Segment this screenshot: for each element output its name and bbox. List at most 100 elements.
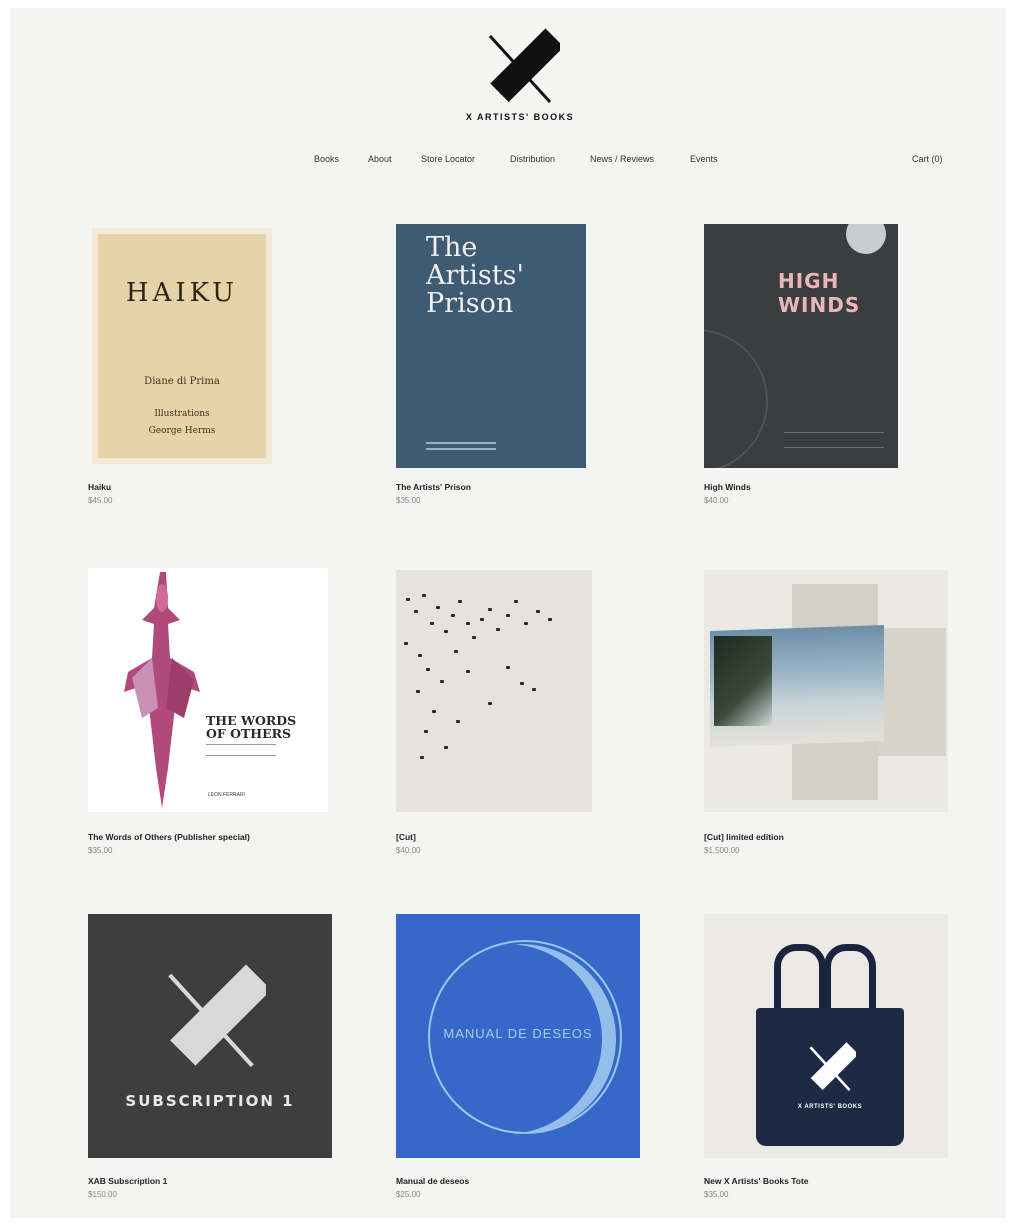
palm-tree-shape bbox=[714, 636, 772, 726]
bird-mark bbox=[520, 682, 524, 685]
product-card-subscription[interactable]: SUBSCRIPTION 1 XAB Subscription 1 $150.0… bbox=[88, 912, 348, 1212]
bird-mark bbox=[536, 610, 540, 613]
cover-credit: Illustrations George Herms bbox=[148, 409, 216, 436]
cover-title: MANUAL DE DESEOS bbox=[443, 1026, 593, 1041]
cover-title: HAIKU bbox=[125, 278, 239, 308]
bird-mark bbox=[458, 600, 462, 603]
bird-mark bbox=[424, 730, 428, 733]
nav-link-news-reviews[interactable]: News / Reviews bbox=[590, 154, 654, 164]
nav-link-events[interactable]: Events bbox=[690, 154, 718, 164]
product-price: $45.00 bbox=[88, 496, 113, 505]
product-price: $25.00 bbox=[396, 1190, 421, 1199]
product-title[interactable]: XAB Subscription 1 bbox=[88, 1176, 167, 1186]
bird-mark bbox=[488, 702, 492, 705]
product-card-artists-prison[interactable]: The Artists' Prison The Artists' Prison $3… bbox=[396, 220, 646, 520]
product-title[interactable]: Haiku bbox=[88, 482, 111, 492]
bird-mark bbox=[454, 650, 458, 653]
bird-mark bbox=[436, 606, 440, 609]
bird-mark bbox=[466, 622, 470, 625]
bird-mark bbox=[524, 622, 528, 625]
product-card-cut-limited[interactable]: [Cut] limited edition $1,500.00 bbox=[704, 568, 964, 868]
main-nav: Books About Store Locator Distribution N… bbox=[10, 154, 1006, 170]
cover-title: HIGH WINDS bbox=[778, 269, 861, 317]
bird-mark bbox=[422, 594, 426, 597]
product-image[interactable]: THE WORDS OF OTHERS LEON FERRARI bbox=[88, 568, 328, 812]
product-title[interactable]: Manual de deseos bbox=[396, 1176, 469, 1186]
bird-mark bbox=[432, 710, 436, 713]
bird-mark bbox=[420, 756, 424, 759]
bird-mark bbox=[488, 608, 492, 611]
bird-mark bbox=[532, 688, 536, 691]
product-image[interactable]: MANUAL DE DESEOS bbox=[396, 914, 640, 1158]
product-image[interactable]: HAIKU Diane di Prima Illustrations George… bbox=[92, 228, 272, 464]
product-image[interactable] bbox=[704, 570, 948, 812]
bird-mark bbox=[416, 690, 420, 693]
product-price: $1,500.00 bbox=[704, 846, 740, 855]
product-price: $150.00 bbox=[88, 1190, 117, 1199]
product-title[interactable]: High Winds bbox=[704, 482, 751, 492]
bird-mark bbox=[404, 642, 408, 645]
product-card-haiku[interactable]: HAIKU Diane di Prima Illustrations George… bbox=[88, 220, 338, 520]
x-logo-icon bbox=[809, 1042, 856, 1091]
bird-mark bbox=[496, 628, 500, 631]
bird-mark bbox=[414, 610, 418, 613]
cover-footer bbox=[426, 442, 496, 450]
arc-shape bbox=[704, 329, 768, 468]
brand-logo[interactable]: X ARTISTS' BOOKS bbox=[450, 28, 590, 133]
bird-mark bbox=[444, 746, 448, 749]
bird-mark bbox=[430, 622, 434, 625]
cover-title: THE WORDS OF OTHERS bbox=[206, 713, 297, 741]
product-price: $35.00 bbox=[88, 846, 113, 855]
nav-link-about[interactable]: About bbox=[368, 154, 392, 164]
bird-mark bbox=[440, 680, 444, 683]
tote-wordmark: X ARTISTS' BOOKS bbox=[797, 1104, 863, 1110]
product-title[interactable]: [Cut] limited edition bbox=[704, 832, 784, 842]
product-price: $40.00 bbox=[704, 496, 729, 505]
product-card-words-of-others[interactable]: THE WORDS OF OTHERS LEON FERRARI The Word… bbox=[88, 568, 348, 868]
product-image[interactable] bbox=[396, 570, 592, 812]
bird-mark bbox=[426, 668, 430, 671]
bird-mark bbox=[506, 666, 510, 669]
product-image[interactable]: X ARTISTS' BOOKS bbox=[704, 914, 948, 1158]
product-title[interactable]: [Cut] bbox=[396, 832, 416, 842]
nav-link-books[interactable]: Books bbox=[314, 154, 339, 164]
page: X ARTISTS' BOOKS Books About Store Locat… bbox=[10, 8, 1006, 1218]
product-price: $40.00 bbox=[396, 846, 421, 855]
cart-link[interactable]: Cart (0) bbox=[912, 154, 943, 164]
moon-shape bbox=[846, 224, 886, 254]
product-image[interactable]: SUBSCRIPTION 1 bbox=[88, 914, 332, 1158]
x-logo-icon bbox=[488, 28, 560, 104]
product-image[interactable]: The Artists' Prison bbox=[396, 224, 586, 468]
bird-mark bbox=[456, 720, 460, 723]
product-title[interactable]: The Words of Others (Publisher special) bbox=[88, 832, 250, 842]
bird-mark bbox=[451, 614, 455, 617]
product-card-cut[interactable]: [Cut] $40.00 bbox=[396, 568, 646, 868]
paper-sheet bbox=[878, 628, 946, 756]
product-price: $35.00 bbox=[396, 496, 421, 505]
product-price: $35.00 bbox=[704, 1190, 729, 1199]
nav-link-distribution[interactable]: Distribution bbox=[510, 154, 555, 164]
bird-mark bbox=[466, 670, 470, 673]
cover-footer bbox=[784, 432, 884, 448]
bird-mark bbox=[506, 614, 510, 617]
cover-author: LEON FERRARI bbox=[208, 792, 245, 798]
bird-mark bbox=[548, 618, 552, 621]
bird-mark bbox=[480, 618, 484, 621]
cover-title: The Artists' Prison bbox=[426, 232, 524, 319]
nav-link-store-locator[interactable]: Store Locator bbox=[421, 154, 475, 164]
product-image[interactable]: HIGH WINDS bbox=[704, 224, 898, 468]
x-logo-icon bbox=[168, 964, 266, 1068]
product-card-manual-de-deseos[interactable]: MANUAL DE DESEOS Manual de deseos $25.00 bbox=[396, 912, 656, 1212]
product-card-high-winds[interactable]: HIGH WINDS High Winds $40.00 bbox=[704, 220, 954, 520]
bird-mark bbox=[406, 598, 410, 601]
bird-mark bbox=[514, 600, 518, 603]
product-card-tote[interactable]: X ARTISTS' BOOKS New X Artists' Books To… bbox=[704, 912, 964, 1212]
product-title[interactable]: New X Artists' Books Tote bbox=[704, 1176, 809, 1186]
bird-mark bbox=[472, 636, 476, 639]
product-title[interactable]: The Artists' Prison bbox=[396, 482, 471, 492]
bird-mark bbox=[418, 654, 422, 657]
rocket-figure-icon bbox=[124, 572, 200, 808]
brand-wordmark: X ARTISTS' BOOKS bbox=[465, 112, 575, 122]
cover-title: SUBSCRIPTION 1 bbox=[125, 1092, 295, 1110]
cover-subtitle-lines bbox=[206, 744, 276, 756]
